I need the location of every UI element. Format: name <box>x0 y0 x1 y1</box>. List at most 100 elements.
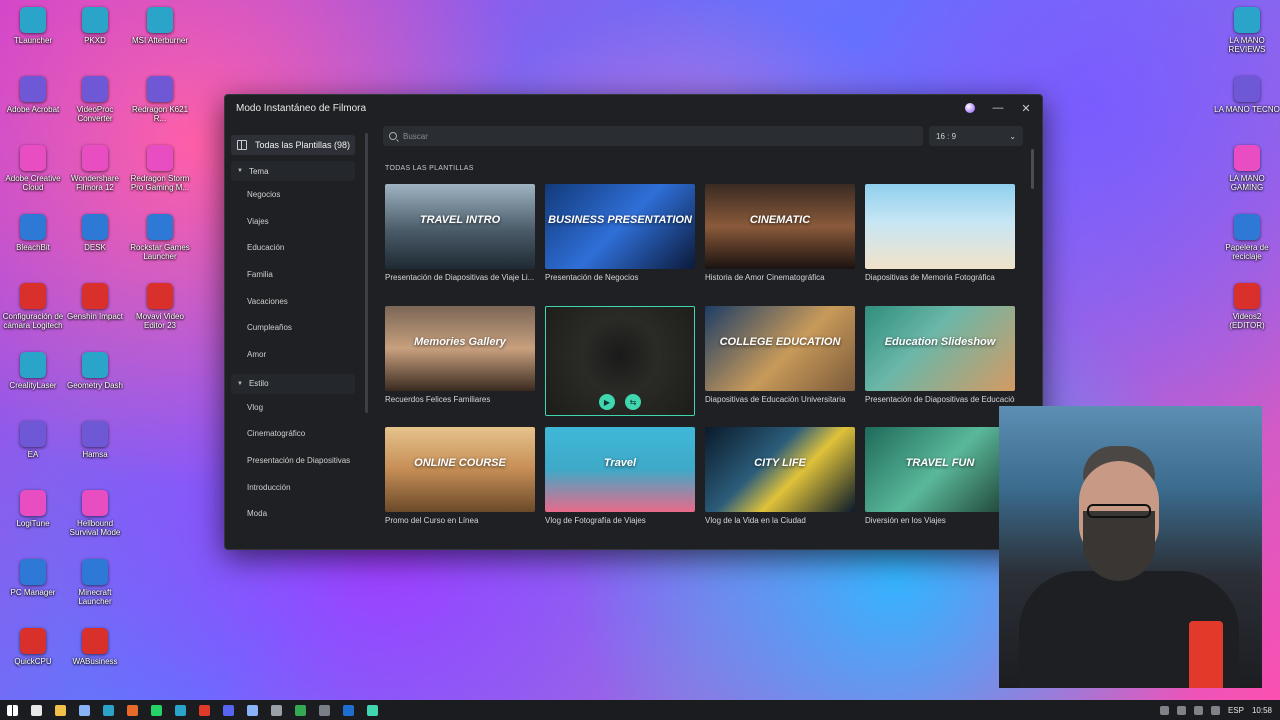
template-thumbnail[interactable]: BUSINESS PRESENTATION <box>545 184 695 269</box>
desktop-icon[interactable]: LogiTune <box>0 487 66 556</box>
desktop-icon[interactable]: DESK <box>62 211 128 280</box>
desktop-icon[interactable]: Rockstar Games Launcher <box>127 211 193 280</box>
preview-play-icon[interactable]: ▶ <box>599 394 615 410</box>
template-card[interactable]: ONLINE COURSE Promo del Curso en Línea <box>385 427 535 525</box>
close-button[interactable]: ✕ <box>1016 98 1036 118</box>
desktop-icon[interactable]: Genshin Impact <box>62 280 128 349</box>
template-thumbnail[interactable]: Travel <box>545 427 695 512</box>
taskbar-app-icon[interactable] <box>120 700 144 720</box>
desktop-icon[interactable]: Geometry Dash <box>62 349 128 418</box>
desktop-icon[interactable]: Minecraft Launcher <box>62 556 128 625</box>
sidebar-scrollbar[interactable] <box>365 133 368 413</box>
taskbar-app-icon[interactable] <box>216 700 240 720</box>
template-card[interactable]: COLLEGE EDUCATION Diapositivas de Educaci… <box>705 306 855 404</box>
clock[interactable]: 10:58 <box>1252 706 1272 715</box>
template-thumbnail[interactable]: Memories Gallery <box>385 306 535 391</box>
use-template-icon[interactable]: ⇆ <box>625 394 641 410</box>
sidebar-item-estilo[interactable]: Moda <box>231 501 355 528</box>
sidebar-item-tema[interactable]: Negocios <box>231 181 355 208</box>
desktop-icon[interactable]: TLauncher <box>0 4 66 73</box>
desktop-icon[interactable]: LA MANO TECNO <box>1214 73 1280 142</box>
sidebar-group-tema[interactable]: ▼ Tema <box>231 161 355 181</box>
taskbar-app-icon[interactable] <box>72 700 96 720</box>
account-orb-icon[interactable] <box>960 98 980 118</box>
template-card[interactable]: Diapositivas de Memoria Fotográfica <box>865 184 1015 282</box>
sidebar-item-estilo[interactable]: Presentación de Diapositivas <box>231 447 355 474</box>
taskbar-app-icon[interactable] <box>96 700 120 720</box>
template-card[interactable]: CITY LIFE Vlog de la Vida en la Ciudad <box>705 427 855 525</box>
template-thumbnail[interactable]: COLLEGE EDUCATION <box>705 306 855 391</box>
sidebar-item-estilo[interactable]: Introducción <box>231 474 355 501</box>
template-thumbnail[interactable]: ▶ ⇆ <box>545 306 695 416</box>
templates-scrollbar[interactable] <box>1031 149 1034 189</box>
template-card[interactable]: BUSINESS PRESENTATION Presentación de Neg… <box>545 184 695 282</box>
desktop-icon[interactable]: LA MANO REVIEWS <box>1214 4 1280 73</box>
desktop-icon[interactable]: Videos2 (EDITOR) <box>1214 280 1280 349</box>
sidebar-item-tema[interactable]: Amor <box>231 341 355 368</box>
taskbar-app-icon[interactable] <box>24 700 48 720</box>
tray-icon[interactable] <box>1159 705 1169 715</box>
taskbar-app-icon[interactable] <box>48 700 72 720</box>
sidebar-item-estilo[interactable]: Cinematográfico <box>231 421 355 448</box>
template-thumbnail[interactable]: TRAVEL FUN <box>865 427 1015 512</box>
sidebar-item-tema[interactable]: Cumpleaños <box>231 314 355 341</box>
tray-icon[interactable] <box>1176 705 1186 715</box>
desktop-icon[interactable]: Papelera de reciclaje <box>1214 211 1280 280</box>
desktop-icon[interactable]: WABusiness <box>62 625 128 694</box>
desktop-icon[interactable]: Movavi Video Editor 23 <box>127 280 193 349</box>
template-thumbnail[interactable]: CITY LIFE <box>705 427 855 512</box>
start-button[interactable] <box>0 700 24 720</box>
template-card[interactable]: Memories Gallery Recuerdos Felices Famili… <box>385 306 535 404</box>
desktop-icon[interactable]: Wondershare Filmora 12 <box>62 142 128 211</box>
sidebar-group-estilo[interactable]: ▼ Estilo <box>231 373 355 394</box>
taskbar-app-icon[interactable] <box>192 700 216 720</box>
search-input[interactable]: Buscar <box>383 126 923 146</box>
taskbar-app-icon[interactable] <box>312 700 336 720</box>
desktop-icon[interactable]: PKXD <box>62 4 128 73</box>
template-thumbnail[interactable]: CINEMATIC <box>705 184 855 269</box>
aspect-ratio-select[interactable]: 16 : 9 ⌄ <box>929 126 1023 146</box>
template-card[interactable]: TRAVEL INTRO Presentación de Diapositivas… <box>385 184 535 282</box>
desktop-icon[interactable]: PC Manager <box>0 556 66 625</box>
taskbar-app-icon[interactable] <box>264 700 288 720</box>
taskbar-app-icon[interactable] <box>168 700 192 720</box>
sidebar-item-estilo[interactable]: Vlog <box>231 394 355 421</box>
taskbar-app-icon[interactable] <box>360 700 384 720</box>
sidebar-item-tema[interactable]: Vacaciones <box>231 288 355 315</box>
desktop-icon[interactable]: QuickCPU <box>0 625 66 694</box>
taskbar-app-icon[interactable] <box>240 700 264 720</box>
template-card[interactable]: Travel Vlog de Fotografía de Viajes <box>545 427 695 525</box>
minimize-button[interactable]: — <box>988 98 1008 118</box>
taskbar-app-icon[interactable] <box>288 700 312 720</box>
language-indicator[interactable]: ESP <box>1228 706 1244 715</box>
desktop-icon[interactable]: VideoProc Converter <box>62 73 128 142</box>
sidebar-item-tema[interactable]: Familia <box>231 261 355 288</box>
taskbar-app-icon[interactable] <box>144 700 168 720</box>
template-thumbnail[interactable]: ONLINE COURSE <box>385 427 535 512</box>
sidebar-item-tema[interactable]: Viajes <box>231 208 355 235</box>
desktop-icon[interactable]: Adobe Acrobat <box>0 73 66 142</box>
desktop-icon[interactable]: Adobe Creative Cloud <box>0 142 66 211</box>
template-card[interactable]: Education Slideshow Presentación de Diapo… <box>865 306 1015 404</box>
desktop-icon[interactable]: Hamsa <box>62 418 128 487</box>
template-thumbnail[interactable] <box>865 184 1015 269</box>
template-card[interactable]: ▶ ⇆ <box>545 306 695 416</box>
desktop-icon[interactable]: LA MANO GAMING <box>1214 142 1280 211</box>
template-thumbnail[interactable]: Education Slideshow <box>865 306 1015 391</box>
template-card[interactable]: CINEMATIC Historia de Amor Cinematográfic… <box>705 184 855 282</box>
window-titlebar[interactable]: Modo Instantáneo de Filmora — ✕ <box>225 95 1042 121</box>
tray-icon[interactable] <box>1193 705 1203 715</box>
desktop-icon[interactable]: EA <box>0 418 66 487</box>
tray-icon[interactable] <box>1210 705 1220 715</box>
template-card[interactable]: TRAVEL FUN Diversión en los Viajes <box>865 427 1015 525</box>
desktop-icon[interactable]: CrealityLaser <box>0 349 66 418</box>
sidebar-all-templates[interactable]: Todas las Plantillas (98) <box>231 135 355 155</box>
template-thumbnail[interactable]: TRAVEL INTRO <box>385 184 535 269</box>
desktop-icon[interactable]: Configuración de cámara Logitech <box>0 280 66 349</box>
taskbar-app-icon[interactable] <box>336 700 360 720</box>
desktop-icon[interactable]: Redragon Storm Pro Gaming M... <box>127 142 193 211</box>
desktop-icon[interactable]: BleachBit <box>0 211 66 280</box>
sidebar-item-tema[interactable]: Educación <box>231 234 355 261</box>
desktop-icon[interactable]: Hellbound Survival Mode <box>62 487 128 556</box>
desktop-icon[interactable]: Redragon K621 R... <box>127 73 193 142</box>
